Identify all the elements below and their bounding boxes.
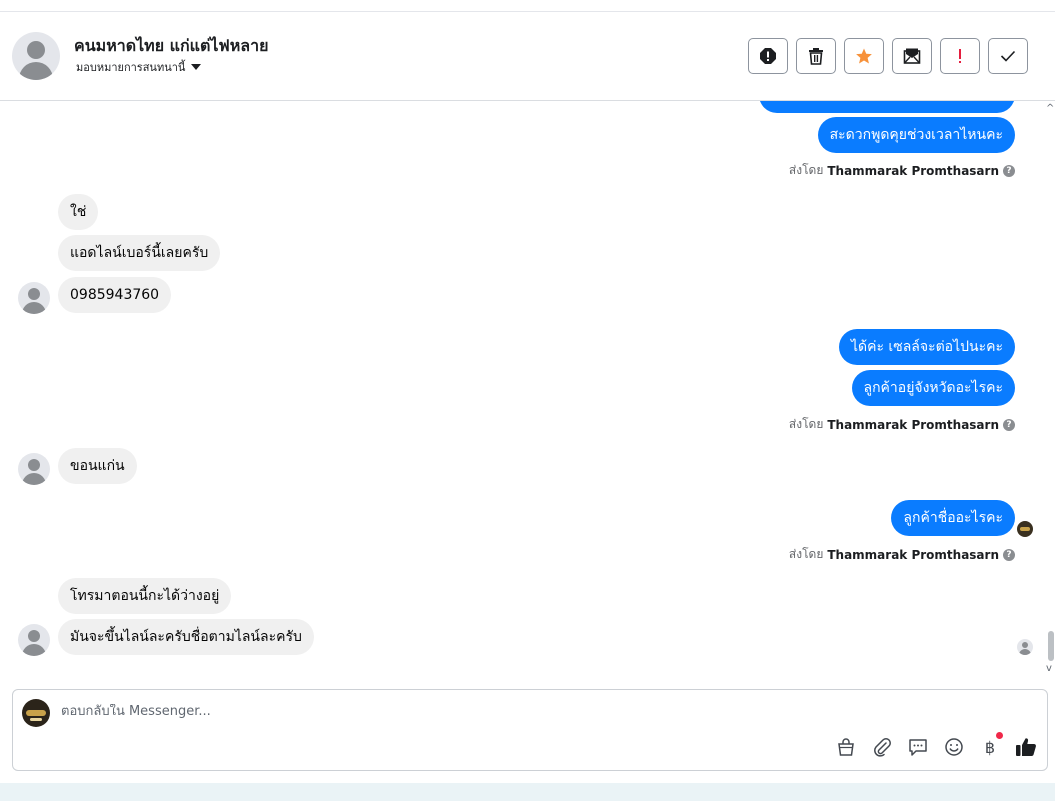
star-icon <box>856 48 872 64</box>
emoji-icon <box>945 738 963 756</box>
reply-input[interactable] <box>61 704 761 719</box>
assign-label: มอบหมายการสนทนานี้ <box>76 61 186 74</box>
attach-button[interactable] <box>871 736 893 758</box>
like-icon <box>1016 738 1036 756</box>
assign-conversation-dropdown[interactable]: มอบหมายการสนทนานี้ <box>76 58 202 76</box>
message-incoming: มันจะขึ้นไลน์ละครับชื่อตามไลน์ละครับ <box>58 619 314 655</box>
message-incoming: ใช่ <box>58 194 99 230</box>
message-outgoing: ได้ค่ะ เซลล์จะต่อไปนะคะ <box>838 329 1015 365</box>
sent-by-line: ส่งโดย Thammarak Promthasarn ? <box>789 545 1015 564</box>
sender-name: Thammarak Promthasarn <box>827 417 999 432</box>
check-icon <box>1000 50 1016 62</box>
shop-button[interactable] <box>835 736 857 758</box>
saved-reply-icon <box>909 739 927 756</box>
message-incoming: ขอนแก่น <box>58 448 137 484</box>
contact-name[interactable]: คนมหาดไทย แก่แต่ไฟหลาย <box>74 34 268 59</box>
scroll-up-icon[interactable]: ^ <box>1046 103 1054 114</box>
sent-by-label: ส่งโดย <box>788 163 824 177</box>
delete-button[interactable] <box>796 38 836 74</box>
chevron-down-icon <box>191 64 202 70</box>
footer-band <box>0 783 1055 801</box>
star-button[interactable] <box>844 38 884 74</box>
unread-icon <box>903 48 921 64</box>
sent-by-label: ส่งโดย <box>788 417 824 431</box>
scroll-down-icon[interactable]: v <box>1046 663 1052 674</box>
saved-replies-button[interactable] <box>907 736 929 758</box>
message-thread[interactable]: สะดวกพูดคุยช่วงเวลาไหนคะ ส่งโดย Thammara… <box>0 101 1055 687</box>
trash-icon <box>809 48 823 65</box>
composer-tools: ฿ <box>835 732 1037 758</box>
message-outgoing: สะดวกพูดคุยช่วงเวลาไหนคะ <box>817 117 1015 153</box>
sent-by-line: ส่งโดย Thammarak Promthasarn ? <box>789 415 1015 434</box>
notification-dot <box>996 732 1003 739</box>
seen-indicator-customer <box>1017 639 1033 655</box>
sender-name: Thammarak Promthasarn <box>827 163 999 178</box>
mark-spam-button[interactable] <box>748 38 788 74</box>
mark-done-button[interactable] <box>988 38 1028 74</box>
message-incoming: 0985943760 <box>58 277 172 313</box>
contact-avatar[interactable] <box>12 32 60 80</box>
mark-unread-button[interactable] <box>892 38 932 74</box>
seen-indicator-page <box>1017 521 1033 537</box>
message-outgoing: ลูกค้าชื่ออะไรคะ <box>891 500 1015 536</box>
payment-button[interactable]: ฿ <box>979 732 1003 758</box>
like-button[interactable] <box>1015 736 1037 758</box>
emoji-button[interactable] <box>943 736 965 758</box>
sent-by-label: ส่งโดย <box>788 547 824 561</box>
customer-avatar <box>18 282 50 314</box>
message-incoming: แอดไลน์เบอร์นี้เลยครับ <box>58 235 221 271</box>
sender-name: Thammarak Promthasarn <box>827 547 999 562</box>
mark-important-button[interactable] <box>940 38 980 74</box>
spam-icon <box>760 48 776 64</box>
conversation-actions <box>748 38 1028 74</box>
scrollbar-thumb[interactable] <box>1048 631 1054 661</box>
sent-by-line: ส่งโดย Thammarak Promthasarn ? <box>789 161 1015 180</box>
message-incoming: โทรมาตอนนี้กะได้ว่างอยู่ <box>58 578 232 614</box>
message-outgoing-clipped <box>759 101 1015 113</box>
help-icon[interactable]: ? <box>1003 418 1015 431</box>
page-avatar <box>22 699 50 727</box>
bag-icon <box>838 738 854 756</box>
conversation-header: คนมหาดไทย แก่แต่ไฟหลาย มอบหมายการสนทนานี… <box>0 12 1055 101</box>
customer-avatar <box>18 453 50 485</box>
important-icon <box>959 49 961 63</box>
reply-composer: ฿ <box>12 689 1048 771</box>
message-outgoing: ลูกค้าอยู่จังหวัดอะไรคะ <box>851 370 1015 406</box>
help-icon[interactable]: ? <box>1003 548 1015 561</box>
baht-icon: ฿ <box>984 737 996 757</box>
help-icon[interactable]: ? <box>1003 164 1015 177</box>
customer-avatar <box>18 624 50 656</box>
top-strip <box>0 0 1055 12</box>
attachment-icon <box>874 738 891 757</box>
